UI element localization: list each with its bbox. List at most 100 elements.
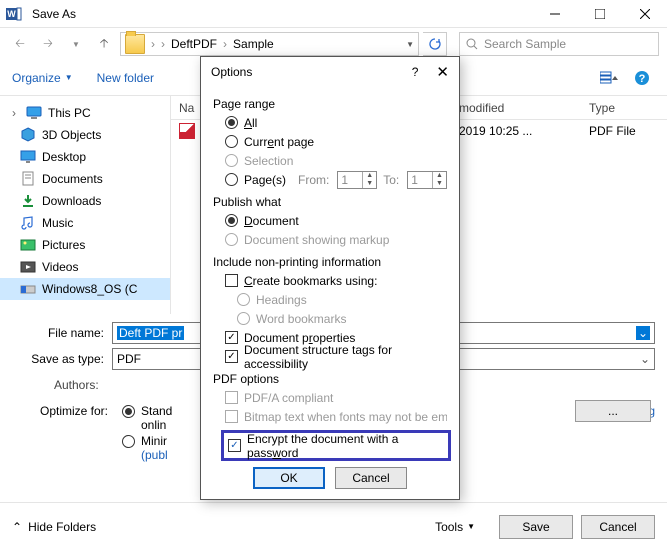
radio-icon <box>237 312 250 325</box>
music-icon <box>20 215 36 231</box>
back-button[interactable]: 🡠 <box>8 32 32 56</box>
search-placeholder: Search Sample <box>484 37 566 51</box>
path-segment[interactable]: Sample <box>233 37 274 51</box>
check-encrypt[interactable]: Encrypt the document with a password <box>228 436 444 455</box>
tree-downloads[interactable]: Downloads <box>0 190 170 212</box>
window-title: Save As <box>32 7 76 21</box>
forward-button[interactable]: 🡢 <box>36 32 60 56</box>
col-type[interactable]: Type <box>581 101 667 115</box>
check-pdfa: PDF/A compliant <box>225 388 447 407</box>
pc-icon <box>26 105 42 121</box>
tree-desktop[interactable]: Desktop <box>0 146 170 168</box>
options-dialog: Options ? ✕ Page range All Current page … <box>200 56 460 500</box>
maximize-button[interactable] <box>577 0 622 28</box>
refresh-button[interactable] <box>423 32 447 56</box>
radio-pages[interactable]: Page(s) From: 1▲▼ To: 1▲▼ <box>225 170 447 189</box>
downloads-icon <box>20 193 36 209</box>
section-publish-what: Publish what <box>213 195 447 209</box>
save-button[interactable]: Save <box>499 515 573 539</box>
radio-document-markup: Document showing markup <box>225 230 447 249</box>
view-button[interactable] <box>597 65 623 91</box>
radio-current-page[interactable]: Current page <box>225 132 447 151</box>
dialog-title: Options <box>211 65 412 79</box>
tree-3d-objects[interactable]: 3D Objects <box>0 124 170 146</box>
ok-button[interactable]: OK <box>253 467 325 489</box>
optimize-label: Optimize for: <box>40 404 114 462</box>
section-page-range: Page range <box>213 97 447 111</box>
dialog-titlebar: Options ? ✕ <box>201 57 459 87</box>
optimize-minimum[interactable]: Minir(publ <box>122 434 172 462</box>
checkbox-icon <box>225 391 238 404</box>
dialog-cancel-button[interactable]: Cancel <box>335 467 407 489</box>
path-segment[interactable]: DeftPDF <box>171 37 217 51</box>
documents-icon <box>20 171 36 187</box>
checkbox-icon <box>225 410 238 423</box>
radio-icon[interactable] <box>225 173 238 186</box>
up-button[interactable]: 🡡 <box>92 32 116 56</box>
savetype-label: Save as type: <box>12 352 112 366</box>
chevron-up-icon: ⌃ <box>12 520 22 534</box>
options-button[interactable]: ... <box>575 400 651 422</box>
nav-tree: › This PC 3D Objects Desktop Documents D… <box>0 96 170 314</box>
3d-objects-icon <box>20 127 36 143</box>
checkbox-icon[interactable] <box>225 350 238 363</box>
radio-all[interactable]: All <box>225 113 447 132</box>
radio-document[interactable]: Document <box>225 211 447 230</box>
recent-dropdown[interactable]: ▼ <box>64 32 88 56</box>
desktop-icon <box>20 149 36 165</box>
radio-icon <box>237 293 250 306</box>
tree-os-drive[interactable]: Windows8_OS (C <box>0 278 170 300</box>
svg-text:W: W <box>7 9 16 19</box>
radio-icon[interactable] <box>225 135 238 148</box>
tree-this-pc[interactable]: › This PC <box>0 102 170 124</box>
radio-icon[interactable] <box>225 116 238 129</box>
new-folder-button[interactable]: New folder <box>97 71 154 85</box>
tools-button[interactable]: Tools▼ <box>435 520 475 534</box>
optimize-standard[interactable]: Standonlin <box>122 404 172 432</box>
encrypt-highlight: Encrypt the document with a password <box>221 430 451 461</box>
word-app-icon: W <box>0 0 28 28</box>
pictures-icon <box>20 237 36 253</box>
hide-folders-button[interactable]: ⌃ Hide Folders <box>12 520 96 534</box>
organize-button[interactable]: Organize▼ <box>12 71 73 85</box>
minimize-button[interactable] <box>532 0 577 28</box>
tree-pictures[interactable]: Pictures <box>0 234 170 256</box>
tree-videos[interactable]: Videos <box>0 256 170 278</box>
chevron-right-icon: › <box>151 37 155 51</box>
folder-icon <box>125 34 145 54</box>
search-icon <box>466 38 478 50</box>
close-button[interactable] <box>622 0 667 28</box>
svg-text:?: ? <box>639 73 646 85</box>
radio-icon[interactable] <box>122 405 135 418</box>
col-date[interactable]: modified <box>451 101 581 115</box>
chevron-right-icon: › <box>161 37 165 51</box>
address-bar[interactable]: › › DeftPDF › Sample ▼ <box>120 32 419 56</box>
checkbox-icon[interactable] <box>225 274 238 287</box>
check-bitmap-text: Bitmap text when fonts may not be embedd… <box>225 407 447 426</box>
radio-icon[interactable] <box>225 214 238 227</box>
videos-icon <box>20 259 36 275</box>
tree-documents[interactable]: Documents <box>0 168 170 190</box>
filename-label: File name: <box>12 326 112 340</box>
search-input[interactable]: Search Sample <box>459 32 659 56</box>
radio-word-bookmarks: Word bookmarks <box>237 309 447 328</box>
section-nonprint: Include non-printing information <box>213 255 447 269</box>
radio-icon[interactable] <box>122 435 135 448</box>
check-structure-tags[interactable]: Document structure tags for accessibilit… <box>225 347 447 366</box>
checkbox-icon[interactable] <box>225 331 238 344</box>
page-from-input[interactable]: 1▲▼ <box>337 171 377 189</box>
tree-music[interactable]: Music <box>0 212 170 234</box>
check-bookmarks[interactable]: Create bookmarks using: <box>225 271 447 290</box>
help-button[interactable]: ? <box>629 65 655 91</box>
drive-icon <box>20 281 36 297</box>
checkbox-icon[interactable] <box>228 439 241 452</box>
chevron-right-icon[interactable]: › <box>8 106 20 120</box>
page-to-input[interactable]: 1▲▼ <box>407 171 447 189</box>
radio-selection: Selection <box>225 151 447 170</box>
section-pdf-options: PDF options <box>213 372 447 386</box>
help-button[interactable]: ? <box>412 65 419 79</box>
close-icon[interactable]: ✕ <box>436 63 449 81</box>
address-dropdown[interactable]: ▼ <box>406 40 414 49</box>
chevron-right-icon: › <box>223 37 227 51</box>
cancel-button[interactable]: Cancel <box>581 515 655 539</box>
